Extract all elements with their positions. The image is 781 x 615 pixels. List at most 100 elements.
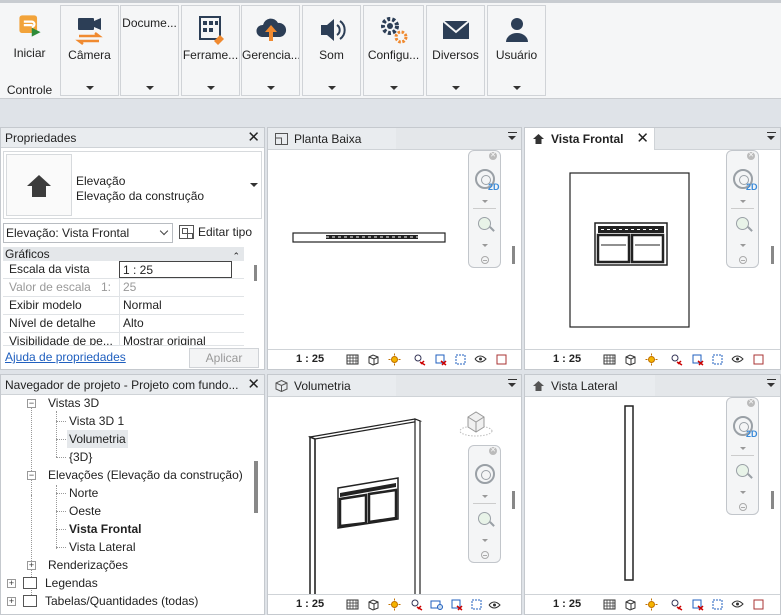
view-scrollbar[interactable] xyxy=(771,246,774,264)
detail-level-icon[interactable] xyxy=(603,598,616,611)
drawing-canvas[interactable]: ✕ xyxy=(268,397,521,597)
ribbon-button-documento[interactable]: Docume... xyxy=(120,5,179,96)
tree-item[interactable]: Tabelas/Quantidades (todas) xyxy=(45,592,198,610)
shadows-icon[interactable] xyxy=(670,353,683,366)
dropdown-arrow-icon[interactable] xyxy=(85,86,94,90)
navigation-bar[interactable]: ✕ 2D xyxy=(468,150,501,268)
sun-path-icon[interactable] xyxy=(645,353,658,366)
show-crop-icon[interactable] xyxy=(454,353,467,366)
detail-level-icon[interactable] xyxy=(346,353,359,366)
tree-item-selected[interactable]: Volumetria xyxy=(67,430,128,448)
tree-item[interactable]: Vistas 3D xyxy=(48,394,99,412)
tree-item[interactable]: Elevações (Elevação da construção) xyxy=(48,466,243,484)
visual-style-icon[interactable] xyxy=(624,598,637,611)
zoom-icon[interactable] xyxy=(478,512,491,525)
shadows-icon[interactable] xyxy=(413,353,426,366)
sun-path-icon[interactable] xyxy=(388,353,401,366)
ribbon-button-configuracoes[interactable]: Configu... xyxy=(363,5,424,96)
tab-vista-frontal[interactable]: Vista Frontal ✕ xyxy=(525,128,655,150)
visual-style-icon[interactable] xyxy=(367,353,380,366)
prop-value[interactable]: Mostrar original xyxy=(119,333,244,345)
chevron-down-icon[interactable] xyxy=(740,447,746,450)
dropdown-arrow-icon[interactable] xyxy=(266,86,275,90)
zoom-icon[interactable] xyxy=(736,464,749,477)
drawing-canvas[interactable]: ✕ 2D xyxy=(268,150,521,349)
view-planta-baixa[interactable]: Planta Baixa ✕ 2D 1 : 25 xyxy=(267,127,522,370)
view-scale[interactable]: 1 : 25 xyxy=(553,350,581,369)
ribbon-button-camera[interactable]: Câmera xyxy=(60,5,119,96)
navigation-bar[interactable]: ✕ 2D xyxy=(726,150,759,268)
visual-style-icon[interactable] xyxy=(367,598,380,611)
view-scale[interactable]: 1 : 25 xyxy=(296,350,324,369)
visual-style-icon[interactable] xyxy=(624,353,637,366)
reveal-hidden-icon[interactable] xyxy=(752,353,765,366)
properties-scrollbar[interactable] xyxy=(251,261,259,347)
close-icon[interactable]: ✕ xyxy=(247,129,260,147)
close-icon[interactable]: ✕ xyxy=(747,399,755,407)
collapse-icon[interactable]: − xyxy=(27,399,36,408)
tab-planta-baixa[interactable]: Planta Baixa xyxy=(268,128,396,150)
navbar-options-icon[interactable] xyxy=(481,551,489,559)
crop-view-icon[interactable] xyxy=(434,353,447,366)
navigation-bar[interactable]: ✕ 2D xyxy=(726,397,759,515)
prop-value[interactable]: Alto xyxy=(119,315,244,332)
sun-path-icon[interactable] xyxy=(388,598,401,611)
navigation-bar[interactable]: ✕ xyxy=(468,445,501,563)
browser-scrollbar[interactable] xyxy=(254,461,258,513)
apply-button[interactable]: Aplicar xyxy=(189,348,259,368)
tab-volumetria[interactable]: Volumetria xyxy=(268,375,396,397)
tree-item[interactable]: Legendas xyxy=(45,574,98,592)
instance-selector[interactable]: Elevação: Vista Frontal xyxy=(3,223,173,243)
shadows-icon[interactable] xyxy=(410,598,423,611)
render-icon[interactable] xyxy=(430,598,443,611)
dropdown-arrow-icon[interactable] xyxy=(145,86,154,90)
zoom-icon[interactable] xyxy=(478,217,491,230)
dropdown-arrow-icon[interactable] xyxy=(451,86,460,90)
show-crop-icon[interactable] xyxy=(711,353,724,366)
dropdown-arrow-icon[interactable] xyxy=(512,86,521,90)
crop-view-icon[interactable] xyxy=(691,598,704,611)
type-selector[interactable]: Elevação Elevação da construção xyxy=(3,151,262,219)
edit-type-button[interactable]: Editar tipo xyxy=(178,223,252,243)
chevron-down-icon[interactable] xyxy=(482,495,488,498)
view-volumetria[interactable]: Volumetria ✕ 1 : 25 xyxy=(267,374,522,615)
lock-view-icon[interactable] xyxy=(488,598,501,611)
ribbon-button-ferramentas[interactable]: Ferrame... xyxy=(181,5,240,96)
drawing-canvas[interactable]: ✕ 2D xyxy=(525,150,780,349)
drawing-canvas[interactable]: ✕ 2D xyxy=(525,397,780,594)
tree-item[interactable]: Vista Lateral xyxy=(69,538,136,556)
close-icon[interactable]: ✕ xyxy=(489,447,497,455)
temporary-hide-icon[interactable] xyxy=(474,353,487,366)
reveal-hidden-icon[interactable] xyxy=(752,598,765,611)
tab-menu-icon[interactable] xyxy=(767,132,776,142)
chevron-down-icon[interactable] xyxy=(482,200,488,203)
ribbon-button-usuario[interactable]: Usuário xyxy=(487,5,546,96)
tree-item[interactable]: Vista 3D 1 xyxy=(69,412,124,430)
chevron-down-icon[interactable] xyxy=(740,491,746,494)
view-vista-lateral[interactable]: Vista Lateral ✕ 2D 1 : 25 xyxy=(524,374,781,615)
dropdown-arrow-icon[interactable] xyxy=(327,86,336,90)
viewcube-icon[interactable] xyxy=(458,409,494,439)
tree-item[interactable]: Renderizações xyxy=(48,556,128,574)
ribbon-button-diversos[interactable]: Diversos xyxy=(426,5,485,96)
view-scale[interactable]: 1 : 25 xyxy=(553,595,581,614)
show-crop-icon[interactable] xyxy=(711,598,724,611)
view-vista-frontal[interactable]: Vista Frontal ✕ ✕ 2D 1 : 25 xyxy=(524,127,781,370)
navbar-options-icon[interactable] xyxy=(739,503,747,511)
temporary-hide-icon[interactable] xyxy=(731,353,744,366)
tab-vista-lateral[interactable]: Vista Lateral xyxy=(525,375,655,397)
chevron-down-icon[interactable] xyxy=(740,200,746,203)
view-scale[interactable]: 1 : 25 xyxy=(296,595,324,614)
zoom-icon[interactable] xyxy=(736,217,749,230)
shadows-icon[interactable] xyxy=(670,598,683,611)
crop-view-icon[interactable] xyxy=(691,353,704,366)
crop-view-icon[interactable] xyxy=(450,598,463,611)
view-scrollbar[interactable] xyxy=(512,246,515,264)
properties-help-link[interactable]: Ajuda de propriedades xyxy=(5,350,126,364)
navbar-options-icon[interactable] xyxy=(739,256,747,264)
tab-menu-icon[interactable] xyxy=(508,132,517,142)
close-icon[interactable]: ✕ xyxy=(489,152,497,160)
show-crop-icon[interactable] xyxy=(470,598,483,611)
temporary-hide-icon[interactable] xyxy=(731,598,744,611)
ribbon-button-iniciar[interactable]: Iniciar Controle xyxy=(0,5,59,97)
